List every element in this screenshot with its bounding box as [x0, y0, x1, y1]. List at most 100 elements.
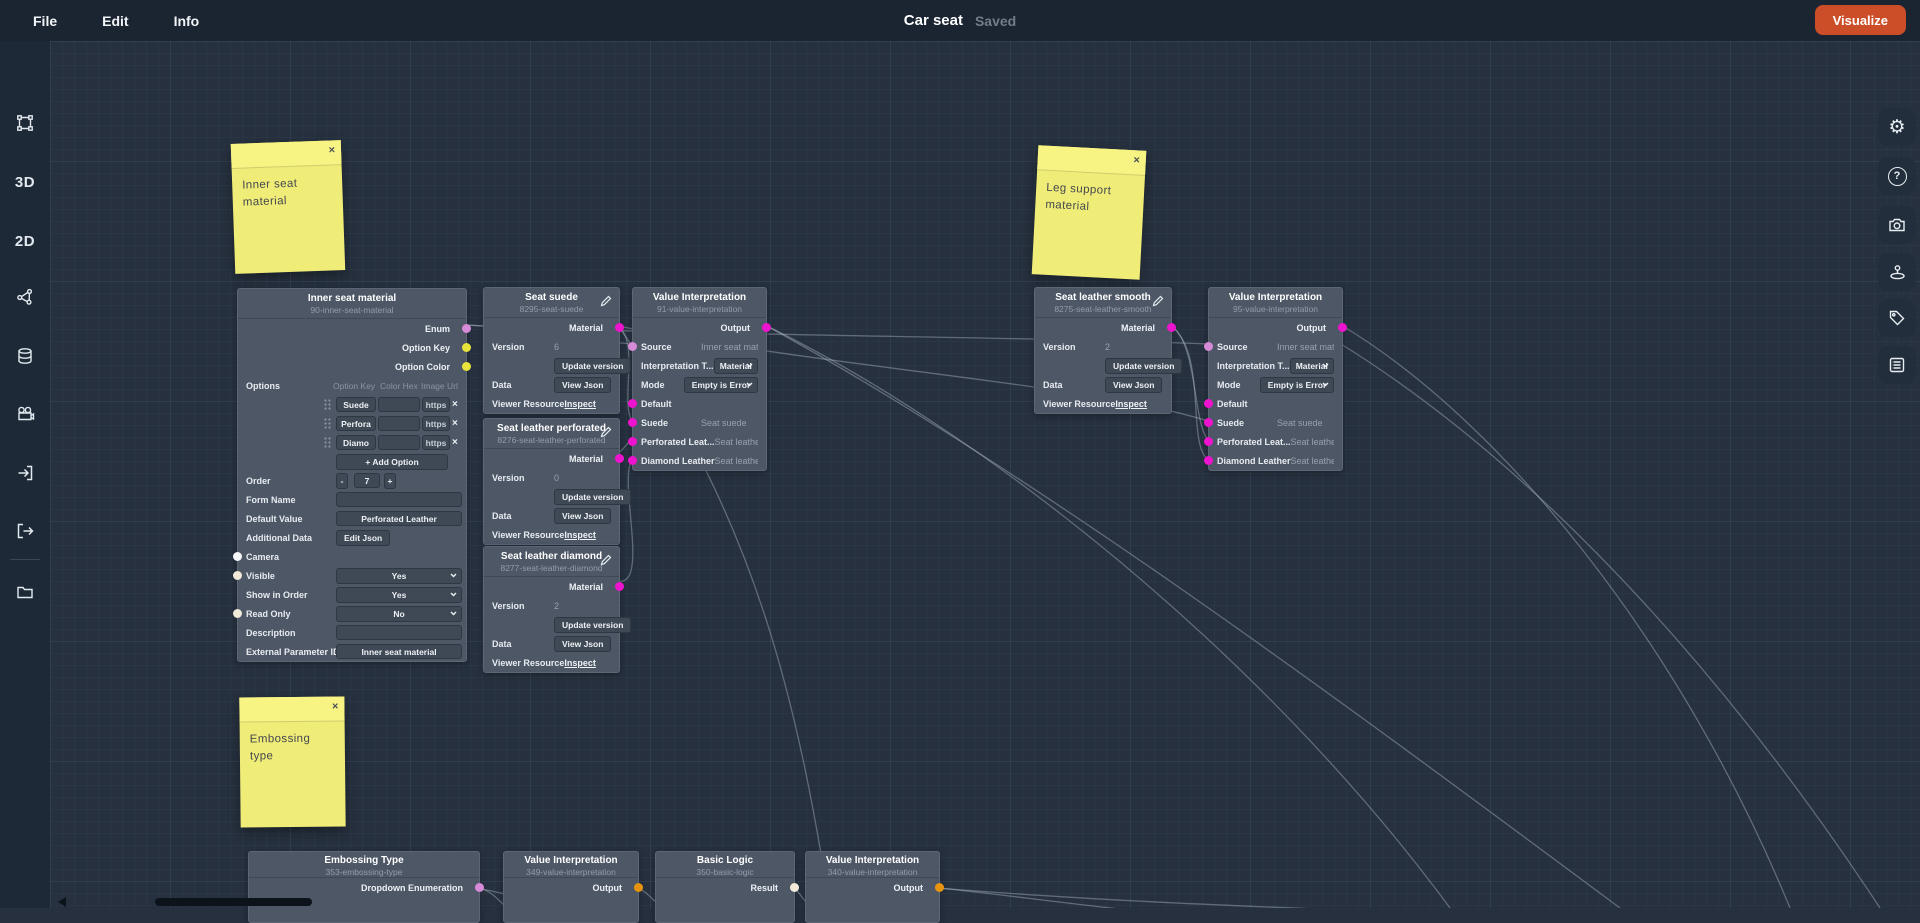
inspect-link[interactable]: Inspect — [564, 530, 596, 540]
add-option-button[interactable]: + Add Option — [336, 454, 448, 470]
port-option-color-out[interactable] — [462, 362, 471, 371]
update-version-button[interactable]: Update version — [554, 489, 631, 505]
close-icon[interactable]: × — [332, 700, 339, 714]
port-source-in[interactable] — [1204, 342, 1213, 351]
port-perforated-in[interactable] — [1204, 437, 1213, 446]
settings-button[interactable]: ⚙ — [1878, 108, 1916, 146]
node-seat-suede[interactable]: Seat suede 8295-seat-suede Material Vers… — [483, 287, 620, 414]
port-visible-in[interactable] — [233, 571, 242, 580]
port-suede-in[interactable] — [1204, 418, 1213, 427]
menu-info[interactable]: Info — [174, 13, 200, 29]
port-option-key-out[interactable] — [462, 343, 471, 352]
interpretation-type-select[interactable]: Material — [1290, 358, 1334, 374]
drag-handle-icon[interactable] — [324, 418, 331, 429]
close-icon[interactable]: × — [1133, 153, 1140, 167]
port-camera-in[interactable] — [233, 552, 242, 561]
port-output-out[interactable] — [762, 323, 771, 332]
edit-icon[interactable] — [600, 294, 612, 312]
node-value-interpretation-95[interactable]: Value Interpretation 95-value-interpreta… — [1208, 287, 1343, 471]
camera-tool-button[interactable] — [0, 396, 50, 432]
port-default-in[interactable] — [628, 399, 637, 408]
node-basic-logic[interactable]: Basic Logic 350-basic-logic Result — [655, 851, 795, 923]
port-dropdown-enumeration-out[interactable] — [475, 883, 484, 892]
option-key-input[interactable]: Suede — [336, 397, 376, 412]
database-button[interactable] — [0, 338, 50, 374]
tags-button[interactable] — [1878, 299, 1916, 337]
visible-select[interactable]: Yes — [336, 568, 462, 584]
port-enum-out[interactable] — [462, 324, 471, 333]
option-url-input[interactable]: https — [422, 416, 450, 431]
port-output-out[interactable] — [935, 883, 944, 892]
sticky-note-embossing[interactable]: × Embossing type — [239, 696, 345, 827]
option-hex-input[interactable] — [378, 397, 420, 412]
form-name-input[interactable] — [336, 492, 462, 507]
default-value-input[interactable]: Perforated Leather — [336, 511, 462, 526]
port-material-out[interactable] — [615, 454, 624, 463]
node-embossing-type[interactable]: Embossing Type 353-embossing-type Dropdo… — [248, 851, 480, 923]
port-perforated-in[interactable] — [628, 437, 637, 446]
port-diamond-in[interactable] — [628, 456, 637, 465]
node-value-interpretation-91[interactable]: Value Interpretation 91-value-interpreta… — [632, 287, 767, 471]
node-seat-leather-smooth[interactable]: Seat leather smooth 8275-seat-leather-sm… — [1034, 287, 1172, 414]
node-value-interpretation-349[interactable]: Value Interpretation 349-value-interpret… — [503, 851, 639, 923]
update-version-button[interactable]: Update version — [1105, 358, 1182, 374]
menu-edit[interactable]: Edit — [102, 13, 128, 29]
sign-out-button[interactable] — [0, 513, 50, 549]
port-output-out[interactable] — [634, 883, 643, 892]
edit-icon[interactable] — [1152, 294, 1164, 312]
view-3d-button[interactable]: 3D — [0, 164, 50, 200]
sticky-note-leg-support[interactable]: × Leg support material — [1032, 145, 1147, 279]
view-json-button[interactable]: View Json — [554, 636, 611, 652]
port-result-out[interactable] — [790, 883, 799, 892]
graph-tool-button[interactable] — [0, 279, 50, 315]
port-diamond-in[interactable] — [1204, 456, 1213, 465]
mode-select[interactable]: Empty is Error — [684, 377, 758, 393]
show-in-order-select[interactable]: Yes — [336, 587, 462, 603]
option-key-input[interactable]: Diamo — [336, 435, 376, 450]
list-panel-button[interactable] — [1878, 346, 1916, 384]
drag-handle-icon[interactable] — [324, 437, 331, 448]
port-suede-in[interactable] — [628, 418, 637, 427]
option-url-input[interactable]: https — [422, 435, 450, 450]
option-key-input[interactable]: Perfora — [336, 416, 376, 431]
view-json-button[interactable]: View Json — [554, 508, 611, 524]
view-json-button[interactable]: View Json — [554, 377, 611, 393]
order-increment-button[interactable]: + — [384, 473, 396, 489]
visualize-button[interactable]: Visualize — [1815, 5, 1906, 35]
update-version-button[interactable]: Update version — [554, 617, 631, 633]
inspect-link[interactable]: Inspect — [564, 658, 596, 668]
order-decrement-button[interactable]: - — [336, 473, 348, 489]
port-read-only-in[interactable] — [233, 609, 242, 618]
option-url-input[interactable]: https — [422, 397, 450, 412]
node-seat-leather-diamond[interactable]: Seat leather diamond 8277-seat-leather-d… — [483, 546, 620, 673]
menu-file[interactable]: File — [33, 13, 57, 29]
help-button[interactable]: ? — [1878, 157, 1916, 195]
sticky-note-inner-seat[interactable]: × Inner seat material — [231, 140, 345, 274]
remove-option-icon[interactable]: × — [452, 437, 458, 448]
edit-json-button[interactable]: Edit Json — [336, 530, 390, 546]
frame-tool-button[interactable] — [0, 105, 50, 141]
edit-icon[interactable] — [600, 553, 612, 571]
inspect-link[interactable]: Inspect — [1115, 399, 1147, 409]
view-2d-button[interactable]: 2D — [0, 223, 50, 259]
option-hex-input[interactable] — [378, 416, 420, 431]
files-button[interactable] — [0, 574, 50, 610]
scrollbar-left-arrow[interactable] — [58, 897, 66, 907]
node-value-interpretation-340[interactable]: Value Interpretation 340-value-interpret… — [805, 851, 940, 923]
close-icon[interactable]: × — [328, 143, 335, 157]
node-inner-seat-material[interactable]: Inner seat material 90-inner-seat-materi… — [237, 288, 467, 662]
option-hex-input[interactable] — [378, 435, 420, 450]
order-value[interactable]: 7 — [354, 473, 380, 488]
remove-option-icon[interactable]: × — [452, 418, 458, 429]
view-json-button[interactable]: View Json — [1105, 377, 1162, 393]
port-source-in[interactable] — [628, 342, 637, 351]
description-input[interactable] — [336, 625, 462, 640]
port-output-out[interactable] — [1338, 323, 1347, 332]
interpretation-type-select[interactable]: Material — [714, 358, 758, 374]
update-version-button[interactable]: Update version — [554, 358, 631, 374]
viewpoint-button[interactable] — [1878, 253, 1916, 291]
screenshot-button[interactable] — [1878, 206, 1916, 244]
external-id-input[interactable]: Inner seat material — [336, 644, 462, 659]
port-material-out[interactable] — [615, 582, 624, 591]
horizontal-scrollbar-thumb[interactable] — [155, 898, 312, 906]
